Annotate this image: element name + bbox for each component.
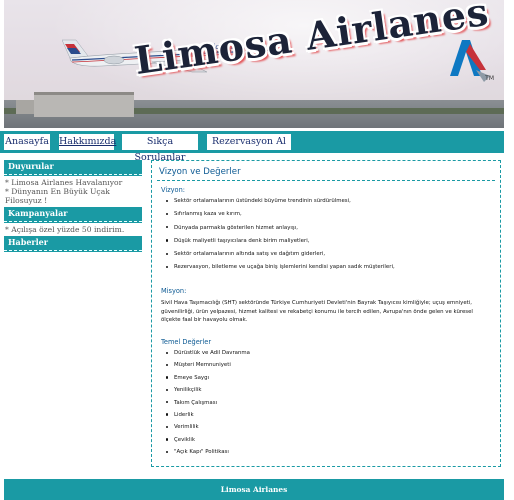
list-item: Çeviklik bbox=[166, 436, 250, 448]
sidebar-title-kampanyalar: Kampanyalar bbox=[4, 207, 142, 223]
list-item: Liderlik bbox=[166, 411, 250, 423]
list-item: Verimlilik bbox=[166, 423, 250, 435]
list-item: Dünyada parmakla gösterilen hizmet anlay… bbox=[166, 224, 395, 237]
sidebar-title-haberler: Haberler bbox=[4, 236, 142, 252]
title-divider bbox=[157, 180, 495, 181]
trademark-text: TM bbox=[485, 75, 494, 82]
content-panel: Vizyon ve Değerler Vizyon: Sektör ortala… bbox=[151, 160, 501, 467]
nav-reservation[interactable]: Rezervasyon Al bbox=[207, 134, 291, 150]
sidebar-duyurular-list: * Limosa Airlanes Havalanıyor * Dünyanın… bbox=[4, 176, 142, 207]
list-item: Takım Çalışması bbox=[166, 399, 250, 411]
temel-degerler-list: Dürüstlük ve Adil Davranma Müşteri Memnu… bbox=[166, 349, 250, 461]
main-nav: Anasayfa Hakkımızda Sıkça Sorulanlar Rez… bbox=[0, 131, 504, 163]
misyon-paragraph: Sivil Hava Taşımacılığı (SHT) sektöründe… bbox=[161, 300, 473, 324]
list-item: Rezervasyon, biletleme ve uçağa biniş iş… bbox=[166, 263, 395, 276]
list-item: Müşteri Memnuniyeti bbox=[166, 361, 250, 373]
campaign-item[interactable]: * Açılışa özel yüzde 50 indirim. bbox=[5, 225, 142, 234]
list-item: Sektör ortalamalarının üstündeki büyüme … bbox=[166, 197, 395, 210]
temel-degerler-heading: Temel Değerler bbox=[161, 338, 212, 346]
nav-home[interactable]: Anasayfa bbox=[4, 134, 50, 150]
sidebar-title-duyurular: Duyurular bbox=[4, 160, 142, 176]
misyon-heading: Misyon: bbox=[161, 287, 187, 295]
nav-faq[interactable]: Sıkça Sorulanlar bbox=[122, 134, 198, 163]
footer: Limosa Airlanes bbox=[4, 479, 504, 500]
vizyon-heading: Vizyon: bbox=[161, 186, 185, 194]
list-item: Yenilikçilik bbox=[166, 386, 250, 398]
airline-logo-icon: TM bbox=[436, 30, 496, 90]
list-item: "Açık Kapı" Politikası bbox=[166, 448, 250, 460]
list-item: Emeye Saygı bbox=[166, 374, 250, 386]
list-item: Sektör ortalamalarının altında satış ve … bbox=[166, 250, 395, 263]
sidebar: Duyurular * Limosa Airlanes Havalanıyor … bbox=[4, 160, 142, 252]
announcement-item[interactable]: * Limosa Airlanes Havalanıyor bbox=[5, 178, 142, 187]
list-item: Dürüstlük ve Adil Davranma bbox=[166, 349, 250, 361]
vizyon-list: Sektör ortalamalarının üstündeki büyüme … bbox=[166, 197, 395, 277]
banner-hangar bbox=[34, 92, 134, 117]
list-item: Sıfırlanmış kaza ve kırım, bbox=[166, 210, 395, 223]
list-item: Düşük maliyetli taşıyıcılara denk birim … bbox=[166, 237, 395, 250]
nav-about[interactable]: Hakkımızda bbox=[59, 134, 116, 150]
announcement-item[interactable]: * Dünyanın En Büyük Uçak Filosuyuz ! bbox=[5, 187, 142, 205]
sidebar-kampanyalar-list: * Açılışa özel yüzde 50 indirim. bbox=[4, 223, 142, 236]
header-banner: American Eagle Limosa Airlanes TM bbox=[4, 0, 504, 128]
page-title: Vizyon ve Değerler bbox=[159, 167, 241, 177]
